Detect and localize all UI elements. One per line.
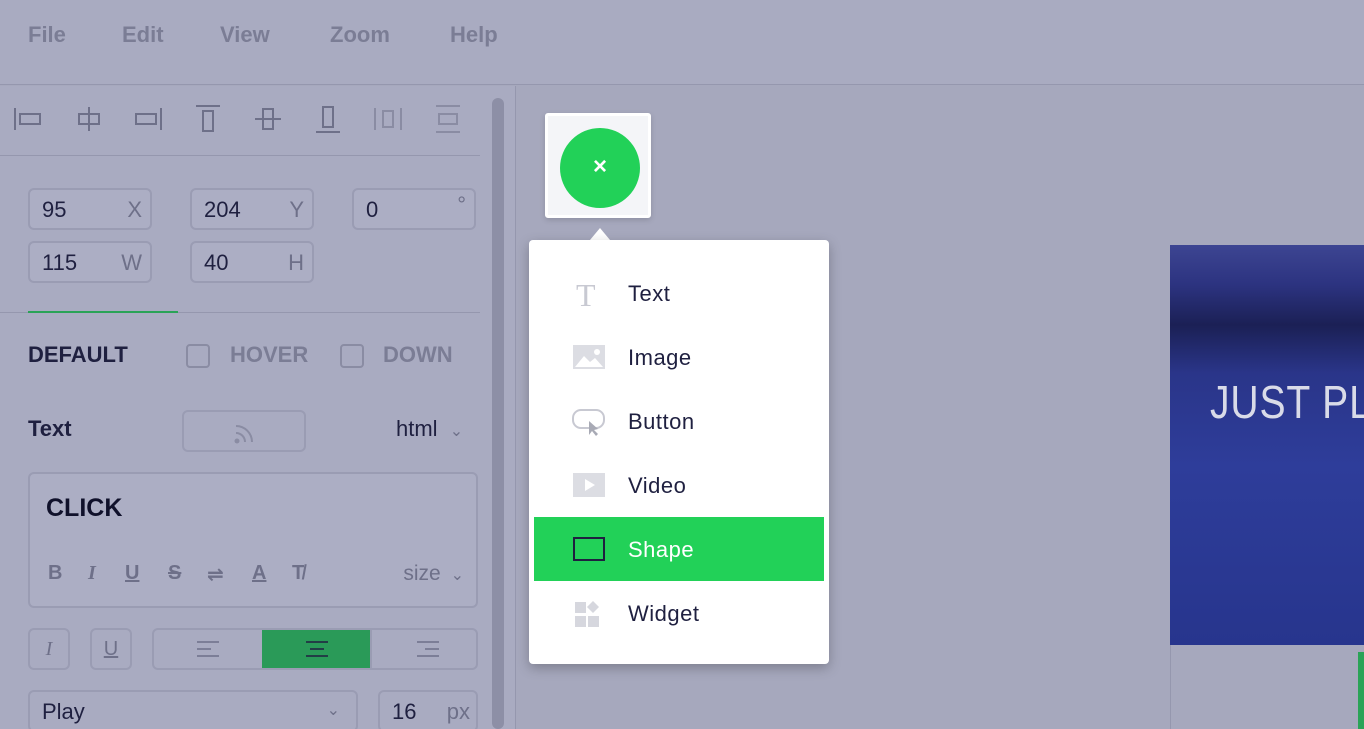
font-size-field[interactable]: 16 px xyxy=(378,690,478,729)
image-icon xyxy=(572,343,606,371)
strikethrough-button[interactable]: S xyxy=(168,562,181,585)
height-suffix: H xyxy=(288,250,304,275)
width-field[interactable]: 115 W xyxy=(28,241,152,283)
menu-help[interactable]: Help xyxy=(450,22,498,48)
menu-item-shape[interactable]: Shape xyxy=(534,517,824,581)
chevron-down-icon: ⌄ xyxy=(326,702,340,719)
menu-item-image[interactable]: Image xyxy=(534,325,824,389)
text-mode-value: html xyxy=(396,416,438,441)
text-icon: T xyxy=(572,277,606,313)
size-select[interactable]: size ⌄ xyxy=(403,562,464,586)
menu-item-label: Shape xyxy=(628,537,695,562)
button-icon xyxy=(572,407,606,436)
panel-scrollbar[interactable] xyxy=(492,98,504,729)
text-color-button[interactable]: A xyxy=(252,562,266,585)
menu-zoom[interactable]: Zoom xyxy=(330,22,390,48)
width-value: 115 xyxy=(42,250,78,275)
x-suffix: X xyxy=(127,197,142,222)
wrap-button[interactable]: ⇌ xyxy=(207,562,224,587)
menu-edit[interactable]: Edit xyxy=(122,22,164,48)
font-family-value: Play xyxy=(42,699,85,724)
rotation-suffix: ° xyxy=(457,192,466,217)
menu-item-widget[interactable]: Widget xyxy=(534,581,824,645)
menu-item-label: Widget xyxy=(628,601,700,626)
text-align-group xyxy=(152,628,478,670)
x-field[interactable]: 95 X xyxy=(28,188,152,230)
y-suffix: Y xyxy=(289,197,304,222)
y-field[interactable]: 204 Y xyxy=(190,188,314,230)
italic-button[interactable]: I xyxy=(88,562,96,585)
menu-view[interactable]: View xyxy=(220,22,270,48)
shape-icon xyxy=(572,535,606,563)
align-left-icon[interactable] xyxy=(13,104,43,134)
align-text-center-button[interactable] xyxy=(262,630,370,668)
canvas-area xyxy=(1170,645,1364,729)
menu-item-label: Button xyxy=(628,409,695,434)
align-bottom-icon[interactable] xyxy=(313,104,343,134)
canvas-banner-image[interactable]: JUST PLA xyxy=(1170,245,1364,645)
align-text-left-button[interactable] xyxy=(154,630,262,668)
menu-file[interactable]: File xyxy=(28,22,66,48)
hover-checkbox[interactable] xyxy=(186,344,210,368)
height-field[interactable]: 40 H xyxy=(190,241,314,283)
menu-item-label: Text xyxy=(628,281,671,306)
align-top-icon[interactable] xyxy=(193,104,223,134)
font-size-unit: px xyxy=(446,699,470,724)
menu-item-label: Video xyxy=(628,473,687,498)
distribute-v-icon[interactable] xyxy=(433,104,463,134)
alignment-toolbar xyxy=(0,86,480,156)
tab-default[interactable]: DEFAULT xyxy=(28,342,128,368)
menu-caret xyxy=(590,228,610,240)
tab-hover[interactable]: HOVER xyxy=(230,342,308,368)
chevron-down-icon: ⌄ xyxy=(449,423,464,440)
distribute-h-icon[interactable] xyxy=(373,104,403,134)
align-middle-v-icon[interactable] xyxy=(253,104,283,134)
x-value: 95 xyxy=(42,197,67,222)
font-size-value: 16 xyxy=(392,699,417,724)
rss-icon xyxy=(234,425,253,444)
align-text-right-icon xyxy=(417,641,439,657)
align-text-center-icon xyxy=(306,641,328,657)
size-label: size xyxy=(403,562,441,585)
font-family-select[interactable]: Play ⌄ xyxy=(28,690,358,729)
editor-content[interactable]: CLICK xyxy=(46,494,122,523)
menu-item-label: Image xyxy=(628,345,692,370)
align-text-right-button[interactable] xyxy=(370,630,476,668)
menu-item-button[interactable]: Button xyxy=(534,389,824,453)
menubar: File Edit View Zoom Help xyxy=(0,0,1364,85)
menu-item-text[interactable]: T Text xyxy=(534,261,824,325)
italic-toggle[interactable]: I xyxy=(28,628,70,670)
selected-element-edge[interactable] xyxy=(1358,652,1364,729)
align-right-icon[interactable] xyxy=(133,104,163,134)
close-add-menu-button[interactable]: × xyxy=(560,128,640,208)
rotation-value: 0 xyxy=(366,197,379,222)
dynamic-text-button[interactable] xyxy=(182,410,306,452)
text-section-label: Text xyxy=(28,416,72,441)
underline-toggle[interactable]: U xyxy=(90,628,132,670)
underline-button[interactable]: U xyxy=(125,562,139,585)
height-value: 40 xyxy=(204,250,229,275)
text-mode-select[interactable]: html ⌄ xyxy=(396,416,463,442)
menu-item-video[interactable]: Video xyxy=(534,453,824,517)
add-element-card: × xyxy=(545,113,651,218)
align-center-h-icon[interactable] xyxy=(74,104,104,134)
width-suffix: W xyxy=(121,250,142,275)
default-tab-underline xyxy=(28,311,178,313)
chevron-down-icon: ⌄ xyxy=(450,567,464,584)
clear-format-button[interactable]: T̸ xyxy=(292,562,304,585)
widget-icon xyxy=(572,599,606,627)
add-element-menu: T Text Image Button Video Shape Widget xyxy=(529,240,829,664)
rotation-field[interactable]: 0 ° xyxy=(352,188,476,230)
align-text-left-icon xyxy=(197,641,219,657)
banner-text: JUST PLA xyxy=(1210,376,1364,428)
down-checkbox[interactable] xyxy=(340,344,364,368)
bold-button[interactable]: B xyxy=(48,562,62,585)
svg-text:T: T xyxy=(576,279,596,309)
video-icon xyxy=(572,471,606,499)
tab-down[interactable]: DOWN xyxy=(383,342,453,368)
text-editor[interactable]: CLICK B I U S ⇌ A T̸ size ⌄ xyxy=(28,472,478,608)
y-value: 204 xyxy=(204,197,241,222)
